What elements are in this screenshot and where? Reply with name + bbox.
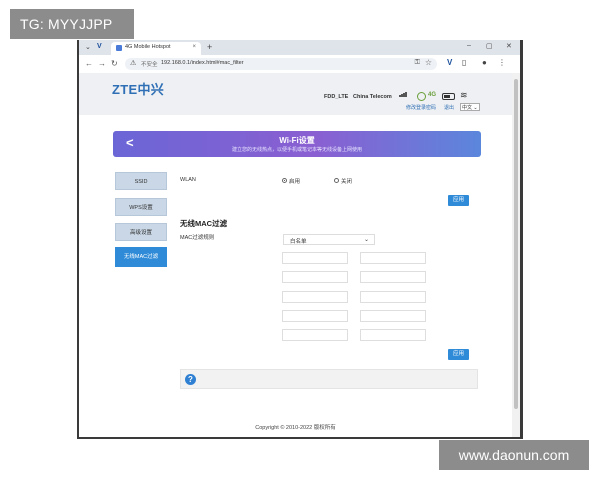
mac-address-input[interactable] bbox=[282, 310, 348, 322]
sidebar-item-ssid[interactable]: SSID bbox=[115, 172, 167, 190]
battery-icon bbox=[442, 93, 455, 100]
mac-apply-button[interactable]: 应用 bbox=[448, 349, 469, 360]
extensions-icon[interactable]: ▯ bbox=[462, 58, 466, 67]
mac-address-input[interactable] bbox=[360, 329, 426, 341]
mac-address-input[interactable] bbox=[360, 310, 426, 322]
page-banner: < Wi-Fi设置 建立您的无线热点，以便手机或笔记本等无线设备上网使用 bbox=[113, 131, 481, 157]
globe-icon bbox=[417, 92, 426, 101]
sidebar-item-advanced[interactable]: 高级设置 bbox=[115, 223, 167, 241]
network-type: 4G bbox=[428, 92, 437, 98]
tab-close-icon[interactable]: × bbox=[192, 44, 196, 50]
watermark-bottom-right: www.daonun.com bbox=[439, 440, 589, 470]
page-title: Wi-Fi设置 bbox=[279, 136, 315, 145]
help-icon[interactable]: ? bbox=[185, 374, 196, 385]
extension-v-icon[interactable]: V bbox=[447, 58, 452, 67]
wlan-label: WLAN bbox=[180, 177, 196, 183]
mac-address-input[interactable] bbox=[282, 252, 348, 264]
browser-window: ⌄ V 4G Mobile Hotspot × + – ▢ ✕ ← → ↻ ⚠ … bbox=[79, 40, 520, 437]
language-select[interactable]: 中文 ⌄ bbox=[460, 103, 480, 111]
wlan-apply-button[interactable]: 应用 bbox=[448, 195, 469, 206]
wlan-enable-label[interactable]: 启用 bbox=[289, 177, 300, 185]
scrollbar[interactable] bbox=[512, 73, 520, 437]
address-bar: ← → ↻ ⚠ 不安全 192.168.0.1/index.html#mac_f… bbox=[79, 55, 520, 74]
router-header: ZTE中兴 FDD_LTE China Telecom 4G ≋ 修改登录密码 … bbox=[79, 73, 512, 115]
logout-link[interactable]: 退出 bbox=[444, 104, 454, 111]
key-icon[interactable]: ⚿ bbox=[415, 59, 420, 67]
mac-rule-value: 白名单 bbox=[290, 239, 307, 245]
sidebar-item-wps[interactable]: WPS设置 bbox=[115, 198, 167, 216]
mac-address-input[interactable] bbox=[360, 252, 426, 264]
chevron-down-icon: ⌄ bbox=[363, 237, 369, 243]
url-text[interactable]: 192.168.0.1/index.html#mac_filter bbox=[161, 60, 244, 66]
router-page: ZTE中兴 FDD_LTE China Telecom 4G ≋ 修改登录密码 … bbox=[79, 73, 520, 437]
wlan-enable-radio[interactable] bbox=[282, 178, 287, 183]
wifi-icon: ≋ bbox=[460, 90, 468, 100]
zte-logo: ZTE中兴 bbox=[112, 82, 165, 97]
wlan-disable-label[interactable]: 关闭 bbox=[341, 177, 352, 185]
mac-address-input[interactable] bbox=[282, 329, 348, 341]
tab-strip: ⌄ V 4G Mobile Hotspot × + – ▢ ✕ bbox=[79, 40, 520, 55]
maximize-icon[interactable]: ▢ bbox=[486, 42, 493, 50]
page-subtitle: 建立您的无线热点，以便手机或笔记本等无线设备上网使用 bbox=[231, 147, 362, 153]
mac-rule-label: MAC过滤规则 bbox=[180, 235, 215, 241]
favicon-icon bbox=[116, 45, 122, 51]
help-bar: ? bbox=[180, 369, 478, 389]
url-field[interactable]: ⚠ 不安全 192.168.0.1/index.html#mac_filter … bbox=[125, 58, 437, 70]
scrollbar-thumb[interactable] bbox=[514, 79, 518, 409]
close-window-icon[interactable]: ✕ bbox=[506, 42, 512, 50]
profile-icon[interactable]: ● bbox=[482, 58, 487, 67]
bookmark-star-icon[interactable]: ☆ bbox=[425, 58, 432, 67]
sidebar-item-mac-filter[interactable]: 无线MAC过滤 bbox=[115, 247, 167, 267]
reload-icon[interactable]: ↻ bbox=[111, 59, 118, 68]
copyright-footer: Copyright © 2010-2022 版权所有 bbox=[255, 425, 336, 431]
change-password-link[interactable]: 修改登录密码 bbox=[406, 104, 436, 111]
back-icon[interactable]: ← bbox=[85, 59, 93, 68]
mac-rule-select[interactable]: 白名单 ⌄ bbox=[283, 234, 375, 245]
forward-icon[interactable]: → bbox=[98, 59, 106, 68]
watermark-top-left: TG: MYYJJPP bbox=[10, 9, 134, 39]
mac-address-input[interactable] bbox=[282, 291, 348, 303]
wlan-disable-radio[interactable] bbox=[334, 178, 339, 183]
minimize-icon[interactable]: – bbox=[467, 42, 471, 49]
extension-v-icon[interactable]: V bbox=[97, 43, 102, 50]
carrier-name: China Telecom bbox=[353, 94, 392, 100]
tab-hotspot[interactable]: 4G Mobile Hotspot × bbox=[111, 42, 201, 55]
mac-address-input[interactable] bbox=[282, 271, 348, 283]
tab-search-icon[interactable]: ⌄ bbox=[85, 43, 91, 51]
insecure-label: 不安全 bbox=[141, 62, 158, 68]
menu-icon[interactable]: ⋮ bbox=[498, 58, 506, 67]
tab-title: 4G Mobile Hotspot bbox=[125, 44, 171, 50]
mac-address-input[interactable] bbox=[360, 291, 426, 303]
mac-filter-title: 无线MAC过滤 bbox=[180, 219, 228, 228]
mac-address-input[interactable] bbox=[360, 271, 426, 283]
language-value: 中文 bbox=[462, 105, 473, 111]
warning-icon[interactable]: ⚠ bbox=[130, 59, 136, 67]
new-tab-button[interactable]: + bbox=[207, 42, 212, 52]
device-mode: FDD_LTE bbox=[324, 94, 349, 100]
